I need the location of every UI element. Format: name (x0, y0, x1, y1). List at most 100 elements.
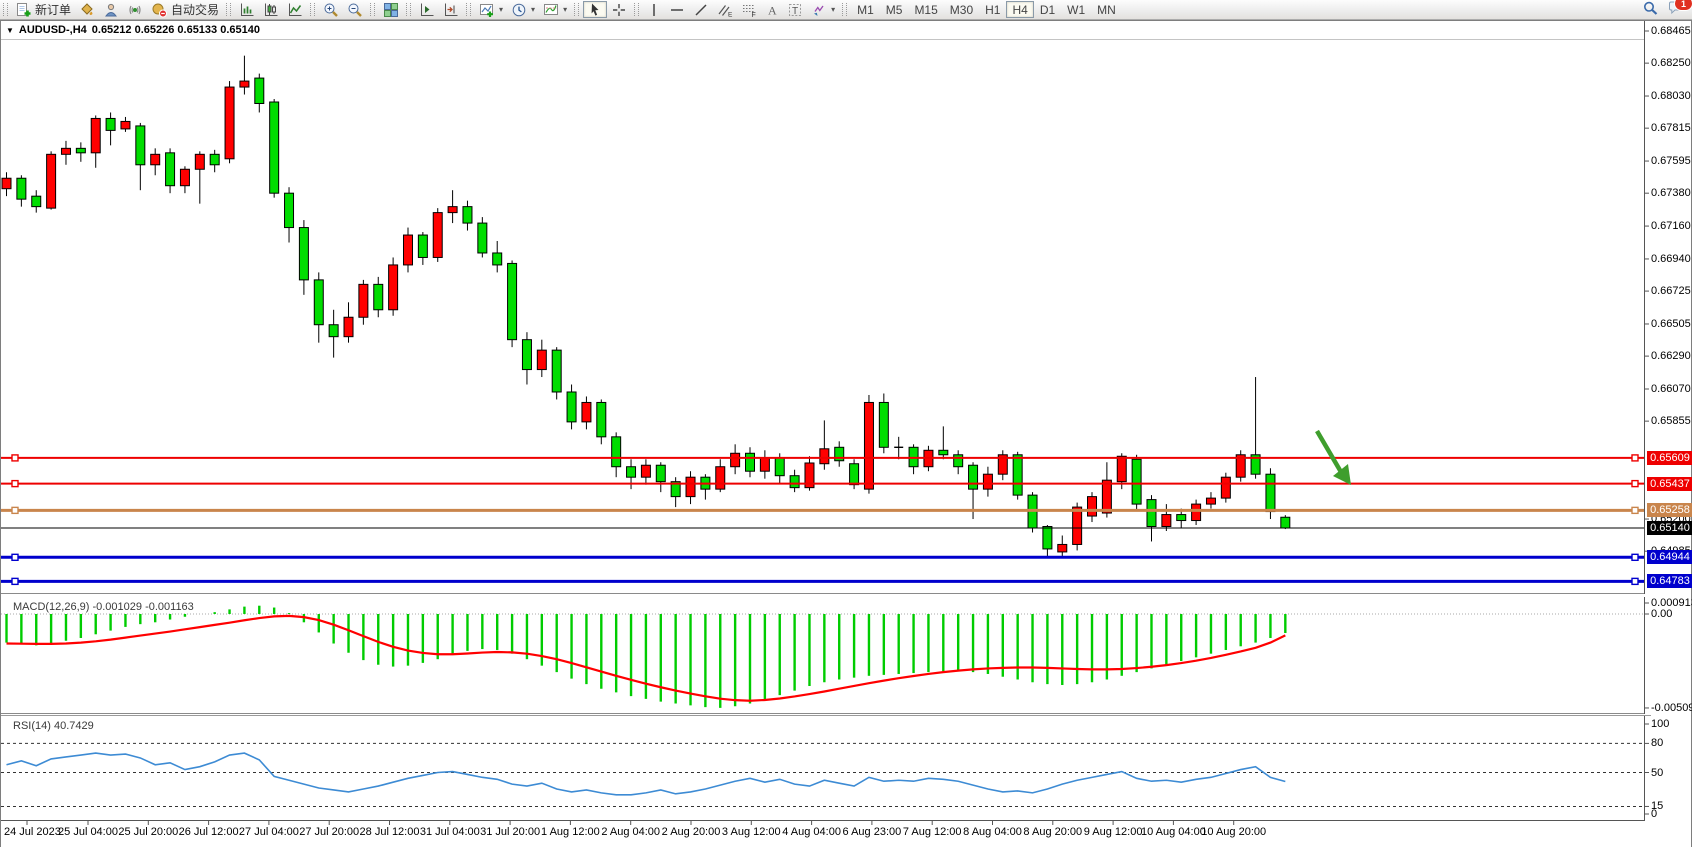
candle-body (850, 464, 859, 485)
candle-body (954, 455, 963, 467)
price-badge-0.65437: 0.65437 (1647, 477, 1692, 491)
timeframe-h1-button[interactable]: H1 (979, 1, 1006, 18)
timeframe-mn-button[interactable]: MN (1091, 1, 1122, 18)
chevron-down-icon[interactable]: ▾ (531, 5, 535, 14)
price-badge-0.64944: 0.64944 (1647, 550, 1692, 564)
profile-button[interactable] (99, 1, 123, 18)
signal-button[interactable] (123, 1, 147, 18)
timeframe-m1-button[interactable]: M1 (851, 1, 880, 18)
zoom-out-icon (347, 2, 363, 18)
paint-bucket-button[interactable] (75, 1, 99, 18)
chevron-down-icon[interactable]: ▾ (831, 5, 835, 14)
rsi-axis-label: 80 (1651, 737, 1663, 750)
new-order-button[interactable]: 新订单 (12, 1, 75, 18)
line-handle[interactable] (1632, 554, 1638, 560)
line-chart-button[interactable] (283, 1, 307, 18)
paint-bucket-icon (79, 2, 95, 18)
line-handle[interactable] (12, 554, 18, 560)
candle-body (1088, 497, 1097, 516)
fibo-button[interactable]: F (737, 1, 761, 18)
bar-chart-icon (239, 2, 255, 18)
candle-body (389, 265, 398, 310)
toolbar-separator (310, 3, 315, 16)
line-handle[interactable] (1632, 455, 1638, 461)
price-axis-label: 0.67160 (1651, 220, 1691, 233)
label-button[interactable]: T (783, 1, 807, 18)
toolbar-separator (226, 3, 231, 16)
line-handle[interactable] (1632, 578, 1638, 584)
timeframe-label: M1 (857, 3, 874, 17)
hline-button[interactable] (665, 1, 689, 18)
periods-icon (511, 2, 527, 18)
timeframe-label: H4 (1012, 3, 1027, 17)
timeframe-m5-button[interactable]: M5 (880, 1, 909, 18)
search-icon[interactable] (1642, 0, 1659, 19)
autotrade-icon (151, 2, 168, 18)
price-axis-label: 0.66725 (1651, 285, 1691, 298)
timeframe-w1-button[interactable]: W1 (1061, 1, 1091, 18)
line-handle[interactable] (12, 455, 18, 461)
timeframe-m15-button[interactable]: M15 (908, 1, 943, 18)
zoom-in-button[interactable] (319, 1, 343, 18)
cursor-icon (587, 2, 603, 18)
price-axis-label: 0.66940 (1651, 253, 1691, 266)
periods-button[interactable]: ▾ (507, 1, 539, 18)
timeframe-m30-button[interactable]: M30 (944, 1, 979, 18)
bar-chart-button[interactable] (235, 1, 259, 18)
line-handle[interactable] (12, 507, 18, 513)
candle-body (493, 253, 502, 265)
candlestick-icon (263, 2, 279, 18)
tile-windows-button[interactable] (379, 1, 403, 18)
candle-body (121, 121, 130, 128)
timeframe-h4-button[interactable]: H4 (1006, 1, 1033, 18)
channel-button[interactable]: E (713, 1, 737, 18)
price-badge-0.65140: 0.65140 (1647, 521, 1692, 535)
line-handle[interactable] (12, 578, 18, 584)
chevron-down-icon[interactable]: ▾ (499, 5, 503, 14)
rsi-axis-label: 50 (1651, 767, 1663, 780)
timeframe-d1-button[interactable]: D1 (1034, 1, 1061, 18)
autotrade-button[interactable]: 自动交易 (147, 1, 223, 18)
candle-body (1206, 498, 1215, 504)
candle-body (1043, 527, 1052, 549)
candle-body (552, 350, 561, 392)
toolbar-separator (634, 3, 639, 16)
line-handle[interactable] (1632, 481, 1638, 487)
trendline-button[interactable] (689, 1, 713, 18)
chart-forward-button[interactable] (415, 1, 439, 18)
templates-button[interactable]: ▾ (539, 1, 571, 18)
arrows-button[interactable]: ▾ (807, 1, 839, 18)
indicators-button[interactable]: ▾ (475, 1, 507, 18)
candle-body (255, 78, 264, 103)
candle-body (478, 223, 487, 253)
candlestick-button[interactable] (259, 1, 283, 18)
candle-body (1281, 517, 1290, 528)
timeframe-label: M5 (886, 3, 903, 17)
candle-body (374, 284, 383, 309)
candle-body (166, 153, 175, 186)
candle-body (1058, 544, 1067, 551)
candle-body (656, 465, 665, 481)
vline-button[interactable] (643, 1, 665, 18)
chart-shift-button[interactable] (439, 1, 463, 18)
candle-body (418, 235, 427, 257)
candle-body (879, 402, 888, 447)
chart-forward-icon (419, 2, 435, 18)
candle-body (240, 81, 249, 87)
candle-body (760, 458, 769, 471)
candle-body (344, 317, 353, 336)
text-button[interactable]: A (761, 1, 783, 18)
candle-body (612, 437, 621, 467)
cursor-button[interactable] (583, 1, 607, 18)
chevron-down-icon[interactable]: ▾ (563, 5, 567, 14)
candle-body (136, 126, 145, 165)
candle-body (790, 476, 799, 488)
line-handle[interactable] (1632, 507, 1638, 513)
timeframe-label: MN (1097, 3, 1116, 17)
annotation-arrow[interactable] (1317, 431, 1341, 472)
zoom-out-button[interactable] (343, 1, 367, 18)
crosshair-button[interactable] (607, 1, 631, 18)
line-handle[interactable] (12, 481, 18, 487)
notifications-button[interactable]: 1 (1667, 0, 1686, 19)
chart-window: ▼ AUDUSD-,H4 0.65212 0.65226 0.65133 0.6… (0, 20, 1692, 847)
